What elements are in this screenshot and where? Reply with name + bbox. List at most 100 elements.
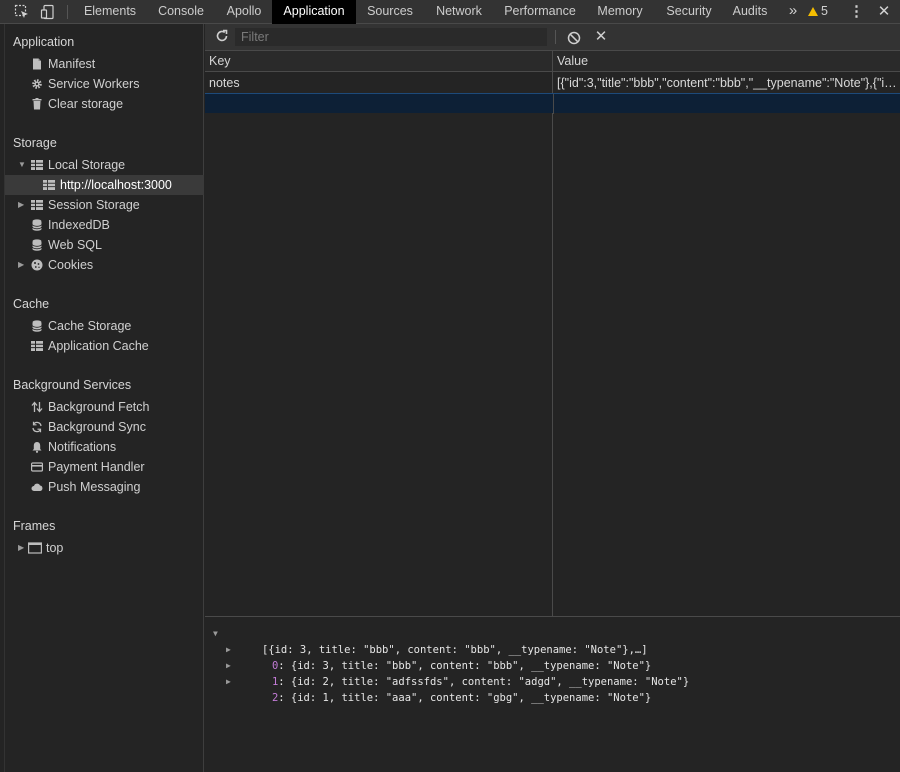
sidebar-item-service-workers[interactable]: Service Workers bbox=[5, 74, 204, 94]
sidebar-item-localhost-3000[interactable]: http://localhost:3000 bbox=[5, 175, 204, 195]
sidebar-item-label: IndexedDB bbox=[48, 218, 110, 232]
sidebar-item-label: Cookies bbox=[48, 258, 94, 272]
warnings-count: 5 bbox=[821, 4, 828, 18]
table-cell-key[interactable]: notes bbox=[205, 73, 552, 93]
tab-memory[interactable]: Memory bbox=[592, 0, 648, 23]
gear-icon bbox=[31, 78, 43, 90]
refresh-icon[interactable] bbox=[215, 29, 229, 43]
toolbar-divider bbox=[555, 30, 556, 44]
sidebar-item-label: Notifications bbox=[48, 440, 117, 454]
document-icon bbox=[31, 58, 43, 70]
local-storage-panel: ✕ Key Value notes [{"id":3,"title":"bbb"… bbox=[205, 24, 900, 772]
devtools-tab-bar: Elements Console Apollo Application Sour… bbox=[0, 0, 900, 24]
credit-card-icon bbox=[31, 461, 43, 473]
sidebar-item-label: Manifest bbox=[48, 57, 96, 71]
sidebar-item-label: Clear storage bbox=[48, 97, 124, 111]
sidebar-item-label: top bbox=[46, 541, 64, 555]
section-storage: Storage bbox=[13, 136, 57, 150]
section-background-services: Background Services bbox=[13, 378, 132, 392]
section-cache: Cache bbox=[13, 297, 50, 311]
expand-triangle-icon[interactable]: ▶ bbox=[18, 255, 28, 275]
preview-item-row[interactable]: ▶ 0: {id: 3, title: "bbb", content: "bbb"… bbox=[226, 642, 651, 672]
sidebar-item-indexeddb[interactable]: IndexedDB bbox=[5, 215, 204, 235]
sidebar-item-local-storage[interactable]: ▼ Local Storage bbox=[5, 155, 204, 175]
close-devtools-button[interactable]: ✕ bbox=[875, 0, 893, 23]
sidebar-item-notifications[interactable]: Notifications bbox=[5, 437, 204, 457]
preview-item-row[interactable]: ▶ 2: {id: 1, title: "aaa", content: "gbg"… bbox=[226, 674, 651, 704]
expand-triangle-icon[interactable]: ▶ bbox=[226, 642, 234, 658]
sidebar-item-manifest[interactable]: Manifest bbox=[5, 54, 204, 74]
storage-table: Key Value notes [{"id":3,"title":"bbb","… bbox=[205, 51, 900, 617]
sidebar-item-label: Background Fetch bbox=[48, 400, 150, 414]
tab-application[interactable]: Application bbox=[272, 0, 356, 24]
table-cell-value[interactable]: [{"id":3,"title":"bbb","content":"bbb","… bbox=[553, 73, 900, 93]
filter-input[interactable] bbox=[235, 28, 547, 46]
window-frame-icon bbox=[28, 542, 42, 554]
new-entry-row[interactable] bbox=[205, 93, 900, 114]
sidebar-item-session-storage[interactable]: ▶ Session Storage bbox=[5, 195, 204, 215]
delete-selected-icon[interactable]: ✕ bbox=[594, 28, 608, 46]
sidebar-item-label: Payment Handler bbox=[48, 460, 145, 474]
database-icon bbox=[31, 320, 43, 332]
preview-item-index: 2 bbox=[271, 692, 279, 704]
sidebar-item-cookies[interactable]: ▶ Cookies bbox=[5, 255, 204, 275]
sidebar-item-web-sql[interactable]: Web SQL bbox=[5, 235, 204, 255]
tab-performance[interactable]: Performance bbox=[500, 0, 580, 23]
expand-triangle-icon[interactable]: ▶ bbox=[226, 674, 234, 690]
cookie-icon bbox=[31, 259, 43, 271]
preview-item-text: : {id: 1, title: "aaa", content: "gbg", … bbox=[278, 692, 652, 704]
preview-item-row[interactable]: ▶ 1: {id: 2, title: "adfssfds", content: … bbox=[226, 658, 689, 688]
sidebar-item-label: Background Sync bbox=[48, 420, 146, 434]
inspect-element-icon[interactable] bbox=[14, 4, 30, 20]
more-tabs-button[interactable]: » bbox=[785, 0, 801, 23]
tab-elements[interactable]: Elements bbox=[77, 0, 143, 23]
clear-all-icon[interactable] bbox=[567, 31, 581, 45]
toolbar-divider bbox=[67, 5, 68, 19]
expand-triangle-icon[interactable]: ▶ bbox=[226, 658, 234, 674]
table-cell-key[interactable] bbox=[205, 94, 552, 114]
column-header-key[interactable]: Key bbox=[205, 51, 552, 72]
section-frames: Frames bbox=[13, 519, 56, 533]
up-down-arrows-icon bbox=[31, 401, 43, 413]
table-cell-value[interactable] bbox=[553, 94, 900, 114]
tab-audits[interactable]: Audits bbox=[727, 0, 773, 23]
warning-icon bbox=[808, 7, 818, 16]
sidebar-item-top-frame[interactable]: ▶ top bbox=[5, 538, 204, 558]
sidebar-item-label: http://localhost:3000 bbox=[60, 178, 172, 192]
device-toolbar-icon[interactable] bbox=[40, 4, 56, 20]
section-application: Application bbox=[13, 35, 75, 49]
sidebar-item-clear-storage[interactable]: Clear storage bbox=[5, 94, 204, 114]
bell-icon bbox=[31, 441, 43, 453]
tab-network[interactable]: Network bbox=[430, 0, 488, 23]
tab-apollo[interactable]: Apollo bbox=[219, 0, 269, 23]
sidebar-item-label: Push Messaging bbox=[48, 480, 141, 494]
value-preview-pane: ▼ [{id: 3, title: "bbb", content: "bbb", … bbox=[205, 618, 900, 772]
sidebar-item-application-cache[interactable]: Application Cache bbox=[5, 336, 204, 356]
sidebar-item-label: Cache Storage bbox=[48, 319, 132, 333]
database-icon bbox=[31, 239, 43, 251]
table-icon bbox=[31, 159, 43, 171]
sidebar-item-background-sync[interactable]: Background Sync bbox=[5, 417, 204, 437]
tab-console[interactable]: Console bbox=[151, 0, 211, 23]
table-row[interactable]: notes [{"id":3,"title":"bbb","content":"… bbox=[205, 73, 900, 93]
expand-triangle-icon[interactable]: ▼ bbox=[18, 155, 28, 175]
tab-security[interactable]: Security bbox=[660, 0, 718, 23]
column-header-value[interactable]: Value bbox=[553, 51, 900, 72]
preview-summary-row[interactable]: ▼ [{id: 3, title: "bbb", content: "bbb", … bbox=[213, 626, 648, 656]
table-icon bbox=[31, 199, 43, 211]
column-divider[interactable] bbox=[552, 51, 553, 617]
storage-toolbar: ✕ bbox=[205, 24, 900, 51]
sidebar-item-payment-handler[interactable]: Payment Handler bbox=[5, 457, 204, 477]
more-options-button[interactable]: ⋮ bbox=[849, 0, 864, 23]
expand-triangle-icon[interactable]: ▶ bbox=[18, 538, 28, 558]
sidebar-item-background-fetch[interactable]: Background Fetch bbox=[5, 397, 204, 417]
sidebar-item-push-messaging[interactable]: Push Messaging bbox=[5, 477, 204, 497]
collapse-triangle-icon[interactable]: ▼ bbox=[213, 626, 221, 642]
tab-sources[interactable]: Sources bbox=[362, 0, 418, 23]
sidebar-item-label: Local Storage bbox=[48, 158, 126, 172]
sidebar-item-cache-storage[interactable]: Cache Storage bbox=[5, 316, 204, 336]
application-sidebar: Application Manifest Service Workers Cle… bbox=[4, 24, 204, 772]
warnings-counter[interactable]: 5 bbox=[808, 0, 828, 23]
expand-triangle-icon[interactable]: ▶ bbox=[18, 195, 28, 215]
table-icon bbox=[31, 340, 43, 352]
